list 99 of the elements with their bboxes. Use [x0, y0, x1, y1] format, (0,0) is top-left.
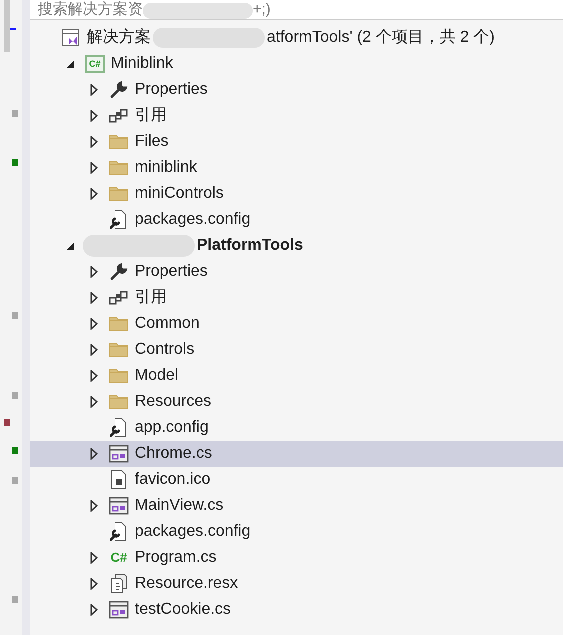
- references-icon: [109, 108, 129, 124]
- tree-row[interactable]: packages.config: [30, 207, 563, 233]
- collapsed-arrow-icon[interactable]: [90, 84, 98, 96]
- folder-icon: [109, 368, 129, 384]
- collapsed-arrow-icon[interactable]: [90, 136, 98, 148]
- tree-row[interactable]: MainView.cs: [30, 493, 563, 519]
- item-label: favicon.ico: [135, 470, 211, 490]
- tree-row[interactable]: C# Miniblink: [30, 51, 563, 77]
- wrench-icon: [110, 81, 128, 99]
- folder-icon: [109, 316, 129, 332]
- collapsed-arrow-icon[interactable]: [90, 292, 98, 304]
- collapsed-arrow-icon[interactable]: [90, 552, 98, 564]
- item-label: Common: [135, 314, 200, 334]
- collapsed-arrow-icon[interactable]: [90, 162, 98, 174]
- folder-icon: [109, 342, 129, 358]
- gutter-mark: [12, 477, 18, 484]
- item-label: miniControls: [135, 184, 224, 204]
- item-label: 引用: [135, 288, 167, 308]
- tree-row[interactable]: Properties: [30, 77, 563, 103]
- tree-row[interactable]: packages.config: [30, 519, 563, 545]
- form-icon: [109, 601, 129, 619]
- form-icon: [109, 445, 129, 463]
- item-label: Program.cs: [135, 548, 217, 568]
- config-file-icon: [110, 522, 128, 542]
- collapsed-arrow-icon[interactable]: [90, 578, 98, 590]
- gutter-mark: [4, 0, 10, 52]
- search-field[interactable]: 搜索解决方案资 +;): [30, 0, 563, 20]
- project-label: PlatformTools: [197, 236, 304, 256]
- item-label: Properties: [135, 80, 208, 100]
- solution-icon: [62, 29, 80, 47]
- tree-row[interactable]: Resources: [30, 389, 563, 415]
- item-label: Resources: [135, 392, 212, 412]
- gutter-mark: [12, 159, 18, 166]
- collapsed-arrow-icon[interactable]: [90, 370, 98, 382]
- tree-row[interactable]: C# Program.cs: [30, 545, 563, 571]
- expanded-arrow-icon[interactable]: [66, 60, 74, 68]
- tree-row[interactable]: Chrome.cs: [30, 441, 563, 467]
- search-placeholder: 搜索解决方案资: [38, 1, 143, 19]
- item-label: Model: [135, 366, 179, 386]
- tree-row[interactable]: 解决方案 atformTools' (2 个项目，共 2 个): [30, 25, 563, 51]
- solution-label: 解决方案: [87, 27, 151, 48]
- collapsed-arrow-icon[interactable]: [90, 188, 98, 200]
- folder-icon: [109, 186, 129, 202]
- tree-row[interactable]: Properties: [30, 259, 563, 285]
- config-file-icon: [110, 418, 128, 438]
- solution-label: atformTools' (2 个项目，共 2 个): [267, 28, 495, 48]
- tree-row[interactable]: miniblink: [30, 155, 563, 181]
- tree-row[interactable]: Controls: [30, 337, 563, 363]
- gutter-mark: [12, 447, 18, 454]
- tree-row[interactable]: favicon.ico: [30, 467, 563, 493]
- item-label: Properties: [135, 262, 208, 282]
- item-label: Files: [135, 132, 169, 152]
- tree-row[interactable]: app.config: [30, 415, 563, 441]
- item-label: Resource.resx: [135, 574, 238, 594]
- resource-file-icon: [110, 574, 128, 594]
- gutter-mark: [4, 419, 10, 426]
- csharp-icon: C#: [110, 551, 128, 565]
- item-label: testCookie.cs: [135, 600, 232, 620]
- folder-icon: [109, 394, 129, 410]
- collapsed-arrow-icon[interactable]: [90, 344, 98, 356]
- project-icon: C#: [85, 55, 105, 73]
- item-label: Chrome.cs: [135, 444, 212, 464]
- config-file-icon: [110, 210, 128, 230]
- tree-row[interactable]: Model: [30, 363, 563, 389]
- tree-row[interactable]: 引用: [30, 103, 563, 129]
- collapsed-arrow-icon[interactable]: [90, 318, 98, 330]
- item-label: 引用: [135, 106, 167, 126]
- item-label: app.config: [135, 418, 209, 438]
- collapsed-arrow-icon[interactable]: [90, 110, 98, 122]
- expanded-arrow-icon[interactable]: [66, 242, 74, 250]
- gutter-mark: [12, 312, 18, 319]
- search-placeholder: +;): [253, 1, 271, 19]
- item-label: packages.config: [135, 522, 251, 542]
- tree-row[interactable]: 引用: [30, 285, 563, 311]
- tree-row[interactable]: Files: [30, 129, 563, 155]
- collapsed-arrow-icon[interactable]: [90, 266, 98, 278]
- wrench-icon: [110, 263, 128, 281]
- project-label: Miniblink: [111, 54, 174, 74]
- item-label: miniblink: [135, 158, 198, 178]
- image-file-icon: [111, 470, 127, 490]
- tree-row[interactable]: PlatformTools: [30, 233, 563, 259]
- form-icon: [109, 497, 129, 515]
- item-label: MainView.cs: [135, 496, 224, 516]
- tree-row[interactable]: miniControls: [30, 181, 563, 207]
- tree-row[interactable]: testCookie.cs: [30, 597, 563, 623]
- collapsed-arrow-icon[interactable]: [90, 448, 98, 460]
- item-label: packages.config: [135, 210, 251, 230]
- gutter-mark: [12, 596, 18, 603]
- tree-row[interactable]: Common: [30, 311, 563, 337]
- collapsed-arrow-icon[interactable]: [90, 604, 98, 616]
- gutter-mark: [12, 110, 18, 117]
- references-icon: [109, 290, 129, 306]
- collapsed-arrow-icon[interactable]: [90, 500, 98, 512]
- folder-icon: [109, 134, 129, 150]
- gutter-mark: [12, 392, 18, 399]
- item-label: Controls: [135, 340, 195, 360]
- tree-row[interactable]: Resource.resx: [30, 571, 563, 597]
- folder-icon: [109, 160, 129, 176]
- collapsed-arrow-icon[interactable]: [90, 396, 98, 408]
